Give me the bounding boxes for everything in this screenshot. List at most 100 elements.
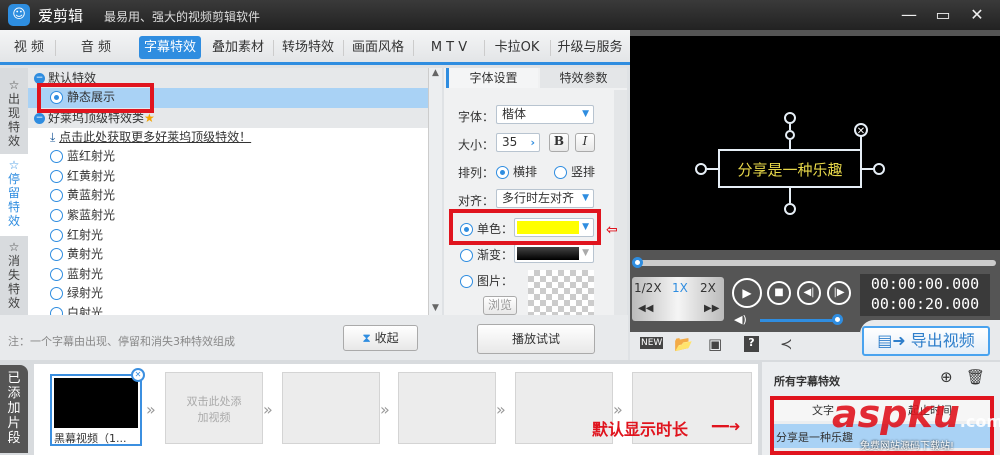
download-more-link[interactable]: ⤓ 点击此处获取更多好莱坞顶级特效！ xyxy=(28,128,428,148)
fast-forward-icon[interactable]: ▶▶ xyxy=(704,303,719,314)
note-text: 注：一个字幕由出现、停留和消失3种特效组成 xyxy=(8,335,235,348)
button-label: 收起 xyxy=(374,331,399,345)
align-label: 对齐： xyxy=(458,194,495,208)
tab-karaoke[interactable]: 卡拉OK xyxy=(487,36,547,59)
radio-horizontal[interactable]: 横排 xyxy=(496,163,537,180)
chevron-right-icon: › xyxy=(530,136,535,149)
radio-icon xyxy=(50,248,63,262)
scroll-up-icon[interactable]: ▲ xyxy=(429,68,442,78)
prev-frame-button[interactable]: ◀| xyxy=(797,281,821,305)
tab-overlay[interactable]: 叠加素材 xyxy=(206,36,270,59)
collapse-icon: − xyxy=(34,112,45,124)
play-button[interactable]: ▶ xyxy=(732,278,762,308)
side-tab-appear[interactable]: ☆ 出现特效 xyxy=(0,74,28,154)
tab-subtitle-effects[interactable]: 字幕特效 xyxy=(139,36,201,59)
video-preview[interactable]: ✕ 分享是一种乐趣 xyxy=(630,30,1000,250)
effect-label: 红黄射光 xyxy=(67,168,116,183)
tab-audio[interactable]: 音 频 xyxy=(68,36,124,59)
font-panel-scrollbar[interactable] xyxy=(614,90,627,315)
speed-control[interactable]: 1/2X 1X 2X ◀◀ ▶▶ xyxy=(632,277,724,321)
gradient-picker[interactable]: ▼ xyxy=(514,244,594,263)
bold-button[interactable]: B xyxy=(549,133,569,152)
empty-clip-slot[interactable] xyxy=(282,372,380,444)
effect-item[interactable]: 蓝红射光 xyxy=(28,147,428,167)
align-select[interactable]: 多行时左对齐 ▼ xyxy=(496,189,594,208)
minimize-button[interactable]: — xyxy=(896,3,922,27)
close-button[interactable]: ✕ xyxy=(964,3,990,27)
browse-button[interactable]: 浏览 xyxy=(483,296,517,315)
radio-icon xyxy=(496,166,509,179)
italic-button[interactable]: I xyxy=(575,133,595,152)
radio-label: 图片： xyxy=(477,274,514,288)
effect-item[interactable]: 红黄射光 xyxy=(28,167,428,187)
rewind-icon[interactable]: ◀◀ xyxy=(638,303,653,314)
tab-upgrade[interactable]: 升级与服务 xyxy=(553,36,627,59)
clip-thumbnail xyxy=(54,378,138,428)
share-icon[interactable]: ≺ xyxy=(780,335,793,353)
timeline-slider[interactable] xyxy=(634,260,996,266)
tab-font-settings[interactable]: 字体设置 xyxy=(446,68,538,88)
volume-slider[interactable] xyxy=(760,319,836,322)
speed-2x[interactable]: 2X xyxy=(700,281,716,295)
effect-item[interactable]: 红射光 xyxy=(28,226,428,246)
tab-transitions[interactable]: 转场特效 xyxy=(276,36,340,59)
scroll-down-icon[interactable]: ▼ xyxy=(429,303,442,313)
radio-icon xyxy=(50,228,63,242)
side-tab-stay[interactable]: ☆ 停留特效 xyxy=(0,154,28,236)
volume-icon[interactable]: ◀) xyxy=(734,313,747,326)
caption-handles[interactable]: ✕ xyxy=(630,36,1000,250)
chevron-right-icon: » xyxy=(263,400,273,419)
effect-label: 绿射光 xyxy=(67,286,104,301)
speed-1x[interactable]: 1X xyxy=(672,281,688,295)
radio-icon xyxy=(50,267,63,281)
trash-icon[interactable]: 🗑 xyxy=(966,368,985,386)
size-input[interactable]: 35 › xyxy=(496,133,540,152)
tab-style[interactable]: 画面风格 xyxy=(346,36,410,59)
star-arrow-icon: ☆ xyxy=(8,240,20,254)
volume-handle[interactable] xyxy=(832,314,843,325)
next-frame-button[interactable]: |▶ xyxy=(827,281,851,305)
clip-black-video[interactable]: 黑幕视频（1... xyxy=(50,374,142,446)
save-icon[interactable]: ▣ xyxy=(708,335,722,353)
new-icon[interactable]: NEW xyxy=(640,337,664,349)
collapse-button[interactable]: ⧗ 收起 xyxy=(343,325,418,351)
effect-label: 黄蓝射光 xyxy=(67,188,116,203)
radio-vertical[interactable]: 竖排 xyxy=(554,163,595,180)
radio-icon xyxy=(460,249,473,262)
radio-image[interactable]: 图片： xyxy=(460,272,513,289)
star-icon: ☆ xyxy=(8,158,20,172)
side-tab-label: 消失特效 xyxy=(7,254,20,310)
speed-half[interactable]: 1/2X xyxy=(634,281,662,295)
export-video-button[interactable]: ▤➜ 导出视频 xyxy=(862,326,990,356)
effect-label: 蓝红射光 xyxy=(67,149,116,164)
app-name: 爱剪辑 xyxy=(38,7,84,25)
tab-mtv[interactable]: M T V xyxy=(416,36,482,59)
time-display: 00:00:00.000 00:00:20.000 xyxy=(860,274,990,316)
empty-clip-slot[interactable] xyxy=(398,372,496,444)
stop-button[interactable]: ■ xyxy=(767,281,791,305)
remove-clip-icon[interactable]: ✕ xyxy=(131,368,145,382)
effect-item[interactable]: 蓝射光 xyxy=(28,265,428,285)
effect-item[interactable]: 紫蓝射光 xyxy=(28,206,428,226)
effect-item[interactable]: 黄蓝射光 xyxy=(28,186,428,206)
help-icon[interactable]: ? xyxy=(744,336,759,352)
add-subtitle-icon[interactable]: ⊕ xyxy=(940,368,953,386)
font-settings-panel: 字体设置 特效参数 字体： 楷体 ▼ 大小： 35 › B I 排列： 横排 竖排 … xyxy=(444,68,627,315)
timeline-handle[interactable] xyxy=(632,257,643,268)
folder-icon[interactable]: 📂 xyxy=(674,335,693,353)
tab-effect-params[interactable]: 特效参数 xyxy=(540,68,627,88)
caption-text[interactable]: 分享是一种乐趣 xyxy=(719,159,861,180)
chevron-down-icon: ▼ xyxy=(582,109,589,119)
list-scrollbar[interactable]: ▲ ▼ xyxy=(428,68,442,315)
effect-item[interactable]: 黄射光 xyxy=(28,245,428,265)
side-tab-disappear[interactable]: ☆ 消失特效 xyxy=(0,236,28,316)
radio-gradient[interactable]: 渐变： xyxy=(460,246,513,263)
play-try-button[interactable]: 播放试试 xyxy=(477,324,595,354)
font-select[interactable]: 楷体 ▼ xyxy=(496,105,594,124)
add-clip-slot[interactable]: 双击此处添加视频 xyxy=(165,372,263,444)
maximize-button[interactable]: ▭ xyxy=(930,3,956,27)
effect-item[interactable]: 绿射光 xyxy=(28,284,428,304)
effect-item[interactable]: 白射光 xyxy=(28,304,428,315)
tab-video[interactable]: 视 频 xyxy=(4,36,54,59)
radio-label: 竖排 xyxy=(571,165,596,179)
